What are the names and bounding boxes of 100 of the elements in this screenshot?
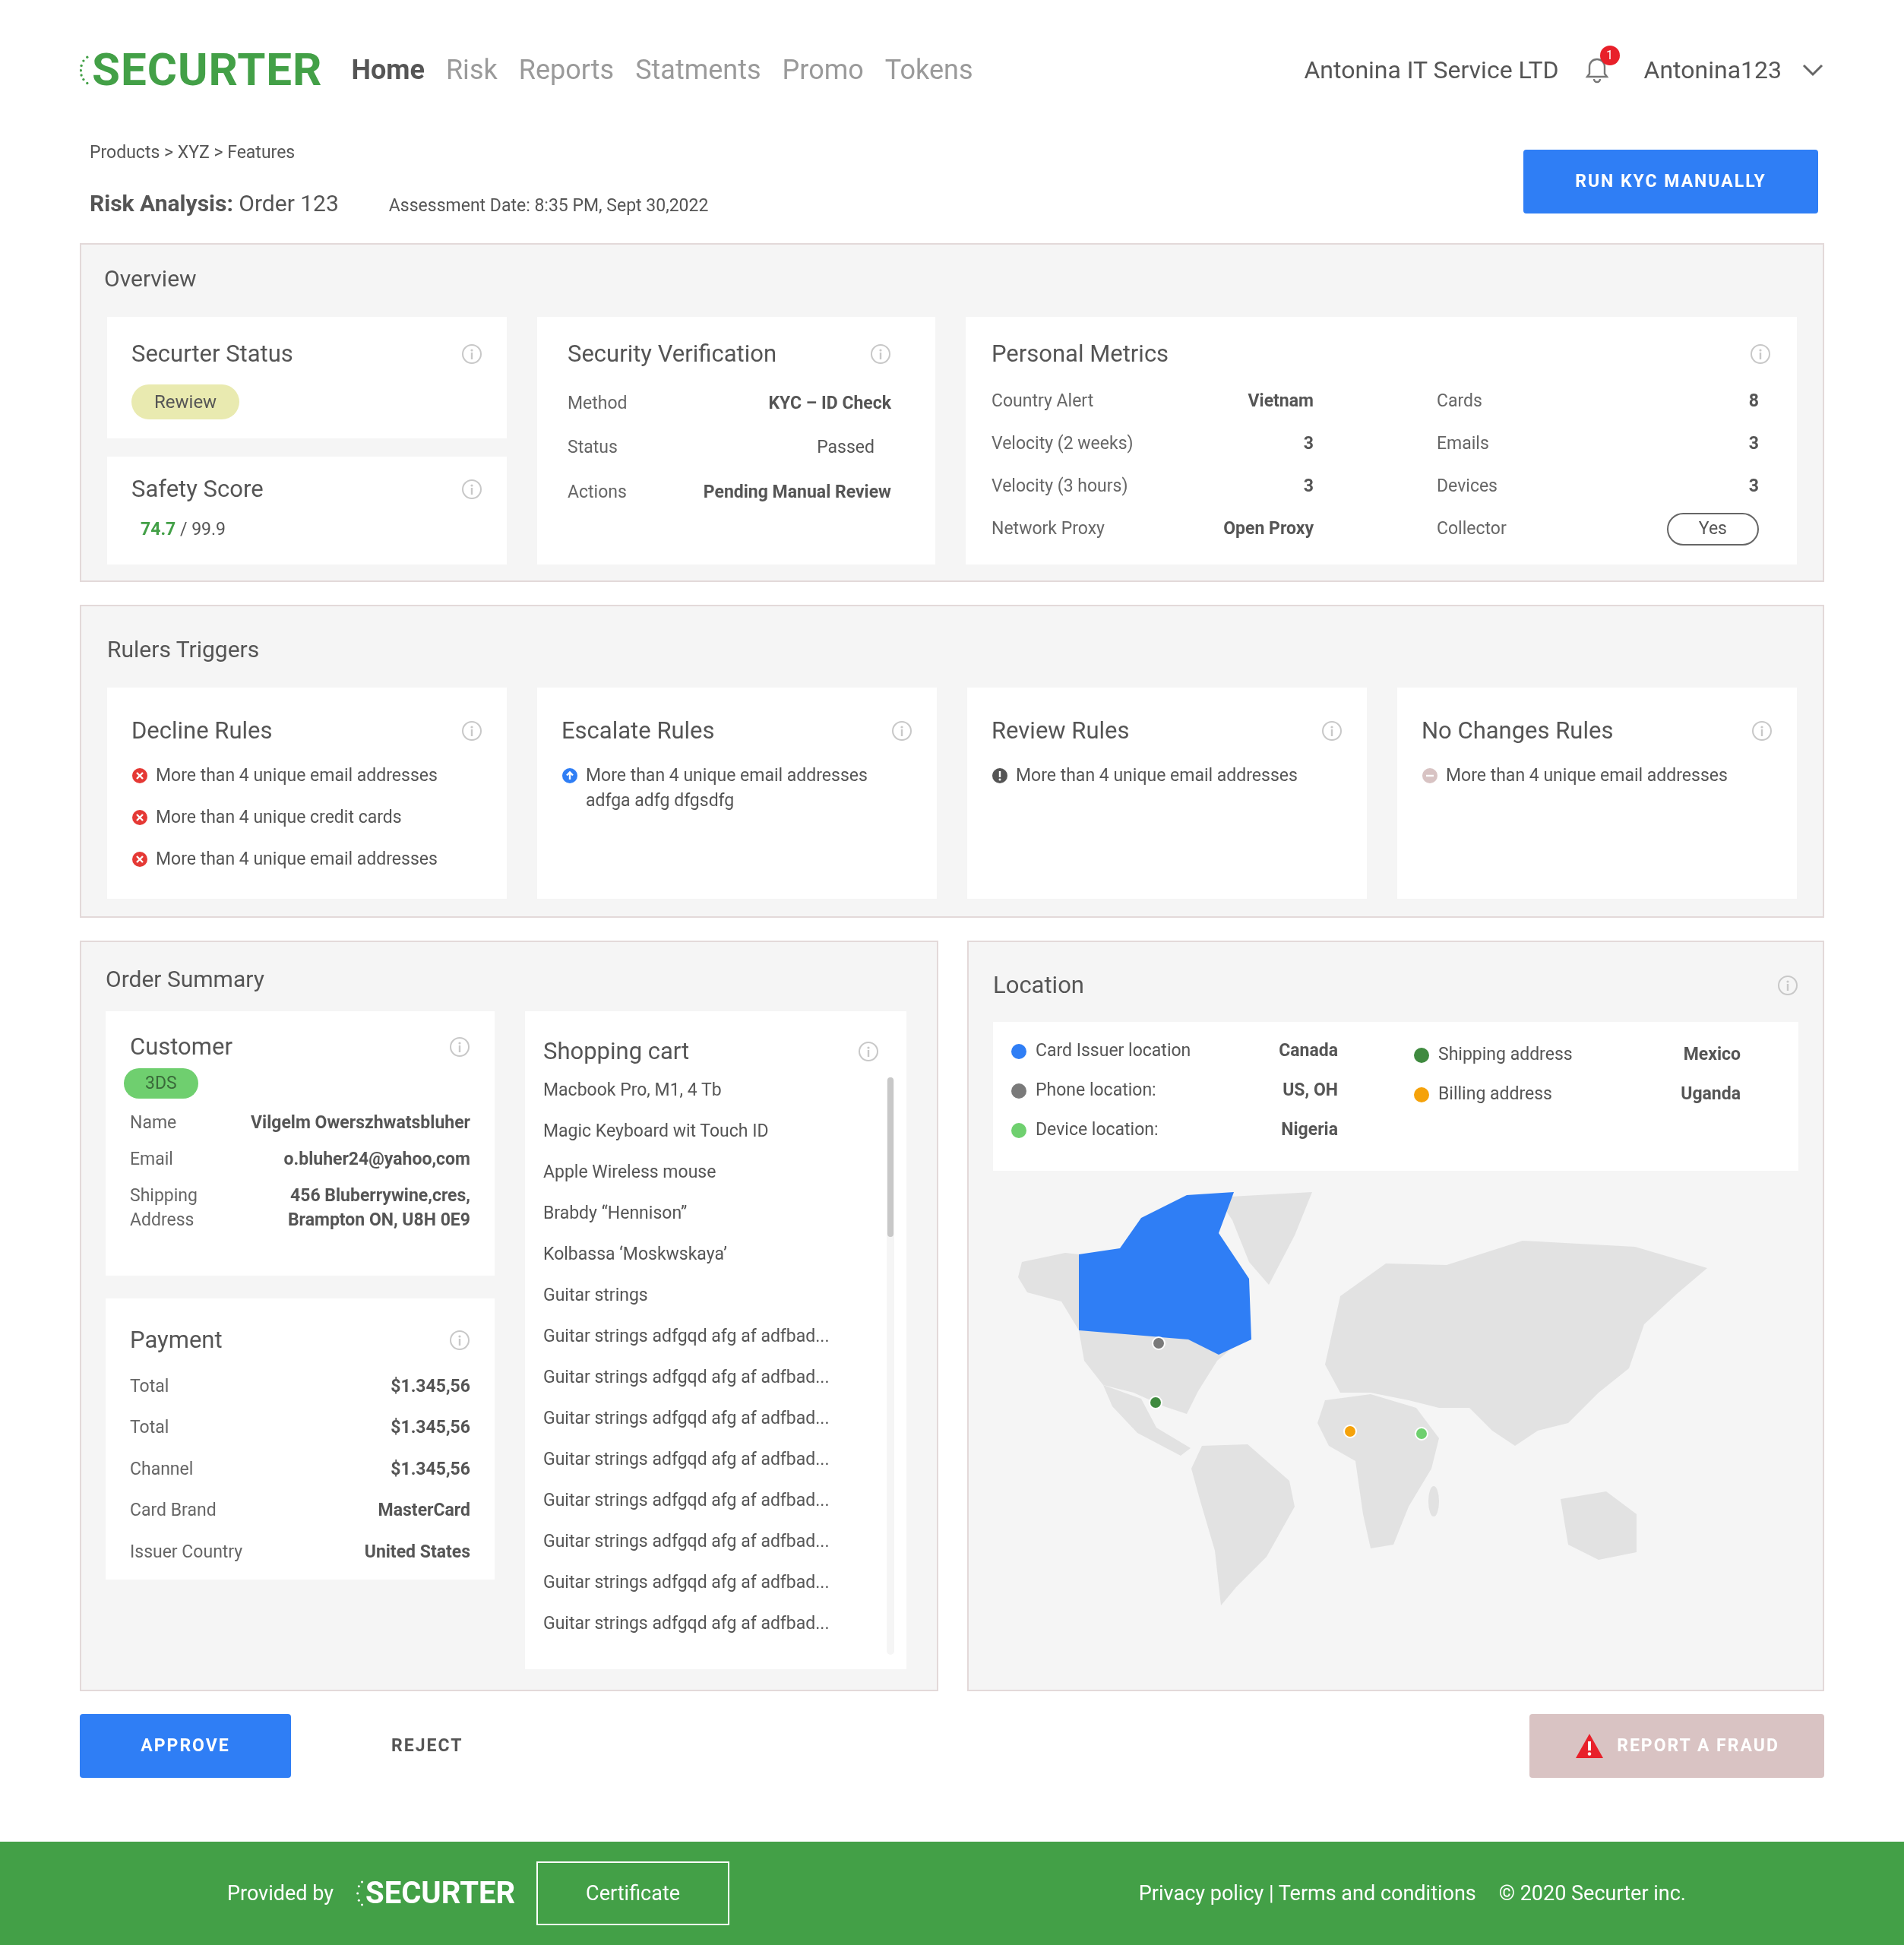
info-icon[interactable] bbox=[1750, 343, 1771, 365]
scrollbar[interactable] bbox=[887, 1077, 894, 1655]
field-label: Name bbox=[130, 1112, 178, 1134]
cart-item: Guitar strings adfgqd afg af adfbad... bbox=[543, 1570, 830, 1594]
field-value: Pending Manual Review bbox=[703, 480, 891, 504]
legend-value: Mexico bbox=[1683, 1043, 1741, 1067]
field-label: Total bbox=[130, 1416, 169, 1439]
legend-value: Uganda bbox=[1681, 1083, 1741, 1106]
field-label: Collector bbox=[1437, 517, 1507, 541]
rule-text: More than 4 unique email addresses bbox=[1016, 764, 1298, 787]
card-title: Security Verification bbox=[568, 339, 776, 369]
info-icon[interactable] bbox=[1321, 720, 1343, 742]
field-label: Status bbox=[568, 436, 618, 459]
cart-item: Guitar strings adfgqd afg af adfbad... bbox=[543, 1529, 830, 1553]
field-label: Emails bbox=[1437, 432, 1489, 456]
value-pill: Yes bbox=[1666, 513, 1759, 546]
card-title: Securter Status bbox=[131, 339, 293, 369]
nav-link[interactable]: Tokens bbox=[884, 49, 973, 90]
info-icon[interactable] bbox=[1777, 975, 1798, 997]
card-title: Shopping cart bbox=[543, 1036, 690, 1067]
field-value: $1.345,56 bbox=[391, 1457, 470, 1481]
nav-link[interactable]: Reports bbox=[518, 49, 615, 90]
warning-icon bbox=[1574, 1732, 1605, 1760]
nav-link[interactable]: Statments bbox=[635, 49, 761, 90]
assessment-date: Assessment Date: 8:35 PM, Sept 30,2022 bbox=[388, 194, 709, 217]
field-label: Channel bbox=[130, 1457, 194, 1481]
card-title: Location bbox=[993, 970, 1084, 1001]
field-value: $1.345,56 bbox=[391, 1416, 470, 1439]
field-value: Vietnam bbox=[1248, 390, 1314, 413]
chevron-down-icon[interactable] bbox=[1801, 62, 1824, 77]
info-icon[interactable] bbox=[449, 1330, 470, 1352]
info-icon[interactable] bbox=[891, 720, 912, 742]
field-value: $1.345,56 bbox=[391, 1374, 470, 1398]
legend-value: Nigeria bbox=[1281, 1118, 1338, 1142]
x-circle-icon bbox=[131, 850, 148, 868]
field-value: 3 bbox=[1748, 475, 1759, 498]
field-label: Country Alert bbox=[992, 390, 1094, 413]
reject-button[interactable]: REJECT bbox=[391, 1732, 463, 1760]
field-label: Velocity (3 hours) bbox=[992, 475, 1128, 498]
field-value: o.bluher24@yahoo,com bbox=[283, 1148, 470, 1171]
status-badge: Rewiew bbox=[131, 384, 240, 419]
rule-text: More than 4 unique email addresses bbox=[156, 764, 438, 787]
legend-label: Card Issuer location bbox=[1036, 1039, 1191, 1063]
minus-circle-icon bbox=[1422, 767, 1438, 784]
cart-item: Guitar strings adfgqd afg af adfbad... bbox=[543, 1365, 830, 1389]
legend-label: Phone location: bbox=[1036, 1079, 1156, 1102]
section-title: Overview bbox=[104, 264, 198, 293]
field-value: 456 Bluberrywine,cres, Brampton ON, U8H 0E9 bbox=[286, 1184, 470, 1232]
copyright-text: © 2020 Securter inc. bbox=[1498, 1880, 1686, 1907]
info-icon[interactable] bbox=[449, 1036, 470, 1058]
card-title: Personal Metrics bbox=[992, 339, 1169, 369]
legend-value: Canada bbox=[1279, 1039, 1338, 1063]
nav-link[interactable]: Home bbox=[351, 49, 425, 90]
cart-item: Magic Keyboard wit Touch ID bbox=[543, 1119, 770, 1143]
exclamation-circle-icon bbox=[992, 767, 1008, 784]
field-value: Open Proxy bbox=[1223, 517, 1314, 541]
info-icon[interactable] bbox=[461, 720, 482, 742]
nav-link[interactable]: Promo bbox=[782, 49, 864, 90]
field-label: Network Proxy bbox=[992, 517, 1105, 541]
field-value: 3 bbox=[1303, 432, 1314, 456]
field-label: Card Brand bbox=[130, 1499, 217, 1522]
field-label: Email bbox=[130, 1148, 174, 1171]
rule-text: More than 4 unique email addresses bbox=[156, 847, 438, 871]
card-title: Payment bbox=[130, 1325, 223, 1355]
provided-by-text: Provided by bbox=[227, 1880, 334, 1907]
field-label: Method bbox=[568, 391, 628, 415]
footer-logo: SECURTER bbox=[365, 1878, 516, 1909]
field-label: Cards bbox=[1437, 390, 1482, 413]
certificate-button[interactable]: Certificate bbox=[536, 1861, 730, 1925]
legend-value: US, OH bbox=[1283, 1079, 1338, 1102]
legend-label: Shipping address bbox=[1438, 1043, 1573, 1067]
field-value: MasterCard bbox=[378, 1499, 470, 1522]
cart-item: Guitar strings adfgqd afg af adfbad... bbox=[543, 1406, 830, 1430]
info-icon[interactable] bbox=[858, 1041, 879, 1063]
info-icon[interactable] bbox=[870, 343, 891, 365]
x-circle-icon bbox=[131, 808, 148, 826]
field-value: Passed bbox=[817, 436, 875, 459]
card-title: No Changes Rules bbox=[1422, 716, 1614, 746]
info-icon[interactable] bbox=[1751, 720, 1773, 742]
arrow-up-circle-icon bbox=[561, 767, 578, 784]
section-title: Rulers Triggers bbox=[107, 635, 261, 664]
rule-text: More than 4 unique email addresses bbox=[1446, 764, 1728, 787]
nav-link[interactable]: Risk bbox=[445, 49, 498, 90]
report-fraud-button[interactable]: REPORT A FRAUD bbox=[1529, 1714, 1824, 1778]
policy-links[interactable]: Privacy policy | Terms and conditions bbox=[1138, 1877, 1476, 1909]
rule-text: More than 4 unique credit cards bbox=[156, 805, 402, 829]
info-icon[interactable] bbox=[461, 343, 482, 365]
user-name[interactable]: Antonina123 bbox=[1643, 52, 1782, 88]
approve-button[interactable]: APPROVE bbox=[80, 1714, 291, 1778]
cart-item: Guitar strings bbox=[543, 1283, 649, 1307]
cart-item: Brabdy “Hennison” bbox=[543, 1201, 688, 1225]
field-label: Shipping Address bbox=[130, 1184, 198, 1232]
page-title: Risk Analysis: Order 123 bbox=[90, 188, 339, 218]
cart-item: Guitar strings adfgqd afg af adfbad... bbox=[543, 1488, 830, 1512]
info-icon[interactable] bbox=[461, 479, 482, 501]
field-value: 8 bbox=[1748, 390, 1759, 413]
card-title: Decline Rules bbox=[131, 716, 273, 746]
run-kyc-button[interactable]: RUN KYC MANUALLY bbox=[1523, 150, 1818, 213]
legend-label: Billing address bbox=[1438, 1083, 1552, 1106]
rule-text: More than 4 unique email addresses adfga adfg dfgsdfg bbox=[586, 764, 868, 812]
